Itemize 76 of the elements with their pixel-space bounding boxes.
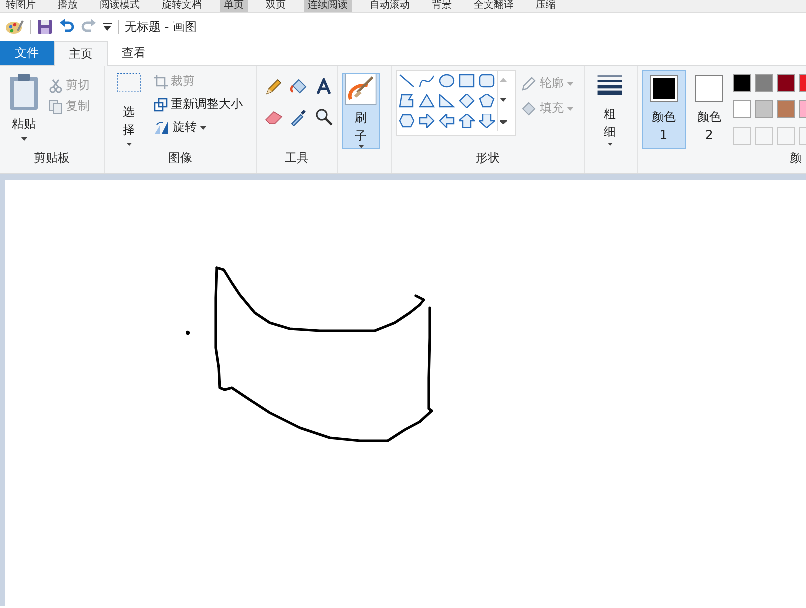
pencil-icon[interactable]: [265, 78, 283, 96]
palette-swatch[interactable]: [755, 100, 774, 118]
caret-icon: [126, 142, 132, 146]
shapes-gallery[interactable]: [396, 70, 516, 136]
paint-palette-icon: [6, 19, 24, 35]
text-tool-icon[interactable]: [315, 78, 333, 96]
down-arrow-icon[interactable]: [479, 114, 495, 128]
crop-icon: [154, 74, 168, 88]
palette-swatch[interactable]: [733, 74, 752, 92]
curve-icon[interactable]: [419, 74, 435, 88]
ribbon-tab[interactable]: 查看: [108, 41, 160, 65]
save-icon[interactable]: [37, 19, 53, 35]
dropdown-caret-icon[interactable]: [103, 23, 112, 31]
toolbar-item[interactable]: 阅读模式: [96, 0, 144, 12]
undo-icon[interactable]: [59, 19, 75, 35]
paste-button[interactable]: 粘贴: [4, 70, 44, 149]
toolbar-item[interactable]: 播放: [54, 0, 82, 12]
toolbar-item[interactable]: 双页: [262, 0, 290, 12]
caret-icon: [567, 106, 574, 110]
empty-swatch[interactable]: [733, 126, 752, 145]
palette-swatch[interactable]: [777, 74, 796, 92]
scissors-icon: [49, 78, 63, 92]
group-label: 工具: [284, 150, 310, 167]
color-1-button[interactable]: 颜色 1: [642, 70, 686, 149]
rounded-rectangle-icon[interactable]: [479, 74, 495, 88]
oval-icon[interactable]: [439, 74, 455, 88]
magnifier-icon[interactable]: [315, 108, 333, 126]
group-label: 图像: [168, 150, 194, 167]
paint-bucket-icon[interactable]: [290, 78, 308, 96]
rectangle-icon[interactable]: [459, 74, 475, 88]
rotate-triangle-icon: [154, 120, 170, 134]
group-label: 剪贴板: [33, 150, 71, 167]
file-menu-button[interactable]: 文件: [0, 41, 54, 65]
group-label: 颜: [789, 150, 802, 167]
color-2-button[interactable]: 颜色 2: [688, 70, 732, 149]
group-label: 形状: [475, 150, 501, 167]
resize-icon: [154, 98, 168, 112]
resize-button[interactable]: 重新调整大小: [153, 95, 244, 114]
ribbon-tab[interactable]: 主页: [54, 41, 108, 66]
palette-swatch[interactable]: [755, 74, 774, 92]
up-arrow-icon[interactable]: [459, 114, 475, 128]
right-triangle-icon[interactable]: [439, 94, 455, 108]
diamond-icon[interactable]: [459, 94, 475, 108]
toolbar-item[interactable]: 连续阅读: [304, 0, 352, 12]
left-arrow-icon[interactable]: [439, 114, 455, 128]
empty-swatch[interactable]: [777, 126, 796, 145]
scroll-down-icon[interactable]: [500, 98, 507, 104]
brushes-button[interactable]: 刷子: [342, 73, 380, 149]
pentagon-icon[interactable]: [479, 94, 495, 108]
rotate-button[interactable]: 旋转: [153, 118, 244, 137]
toolbar-item[interactable]: 背景: [428, 0, 456, 12]
caret-icon: [20, 137, 28, 141]
copy-pages-icon: [49, 100, 63, 114]
clipboard-icon: [8, 73, 40, 111]
polygon-icon[interactable]: [399, 94, 415, 108]
caret-icon: [567, 82, 574, 86]
palette-swatch[interactable]: [777, 100, 796, 118]
select-button[interactable]: 选择: [109, 70, 149, 149]
window-title: 无标题 - 画图: [125, 18, 197, 36]
pencil-outline-icon: [521, 76, 537, 90]
palette-swatch[interactable]: [733, 100, 752, 118]
brush-icon: [343, 74, 379, 105]
hexagon-icon[interactable]: [399, 114, 415, 128]
caret-icon: [358, 144, 364, 148]
right-arrow-icon[interactable]: [419, 114, 435, 128]
expand-gallery-icon[interactable]: [500, 118, 507, 124]
color-picker-icon[interactable]: [290, 108, 308, 126]
size-button[interactable]: 粗细: [589, 70, 631, 149]
toolbar-item[interactable]: 压缩: [532, 0, 560, 12]
toolbar-item[interactable]: 单页: [220, 0, 248, 12]
caret-icon: [606, 143, 614, 146]
triangle-icon[interactable]: [419, 94, 435, 108]
caret-icon: [200, 126, 207, 130]
line-icon[interactable]: [399, 74, 415, 88]
toolbar-item[interactable]: 转图片: [2, 0, 40, 12]
empty-swatch[interactable]: [755, 126, 774, 145]
